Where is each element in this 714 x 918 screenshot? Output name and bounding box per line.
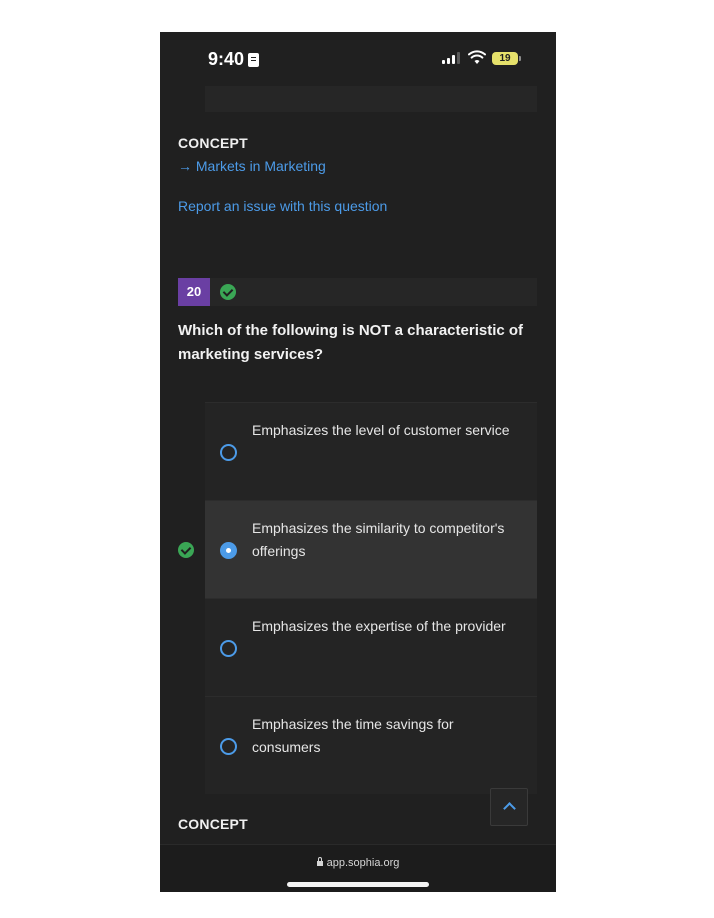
lock-icon: [316, 857, 323, 866]
status-time: 9:40: [208, 49, 245, 69]
radio-icon[interactable]: [220, 738, 237, 755]
concept-label-next: CONCEPT: [178, 816, 248, 832]
wifi-icon: [468, 50, 486, 64]
question-header: 20: [178, 278, 537, 306]
status-lock-icon: [248, 53, 259, 67]
answer-option[interactable]: Emphasizes the time savings for consumer…: [205, 696, 537, 794]
radio-icon[interactable]: [220, 444, 237, 461]
phone-screen: 9:40 19 CONCEPT → Markets in Marketing R…: [160, 32, 556, 892]
option-text: Emphasizes the similarity to competitor'…: [252, 520, 505, 559]
battery-icon: 19: [492, 52, 521, 65]
option-text: Emphasizes the time savings for consumer…: [252, 716, 454, 755]
question-number-badge: 20: [178, 278, 210, 306]
question-text: Which of the following is NOT a characte…: [178, 322, 524, 363]
concept-link[interactable]: → Markets in Marketing: [178, 158, 326, 174]
answer-options: Emphasizes the level of customer service…: [205, 402, 537, 794]
url-text: app.sophia.org: [326, 857, 400, 869]
answer-option-selected[interactable]: Emphasizes the similarity to competitor'…: [205, 500, 537, 598]
report-issue-link[interactable]: Report an issue with this question: [178, 198, 387, 214]
check-icon: [220, 284, 236, 300]
scroll-to-top-button[interactable]: [490, 788, 528, 826]
correct-answer-check-icon: [178, 542, 194, 558]
browser-bottom-bar: app.sophia.org: [160, 844, 556, 892]
radio-icon[interactable]: [220, 640, 237, 657]
option-text: Emphasizes the expertise of the provider: [252, 618, 506, 634]
signal-icon: [442, 52, 462, 64]
radio-selected-icon[interactable]: [220, 542, 237, 559]
previous-question-footer: [205, 86, 537, 112]
home-indicator[interactable]: [287, 882, 429, 887]
answer-option[interactable]: Emphasizes the expertise of the provider: [205, 598, 537, 696]
option-text: Emphasizes the level of customer service: [252, 422, 510, 438]
url-bar[interactable]: app.sophia.org: [160, 857, 556, 869]
answer-option[interactable]: Emphasizes the level of customer service: [205, 402, 537, 500]
status-bar: 9:40 19: [160, 32, 556, 86]
concept-label: CONCEPT: [178, 135, 248, 151]
